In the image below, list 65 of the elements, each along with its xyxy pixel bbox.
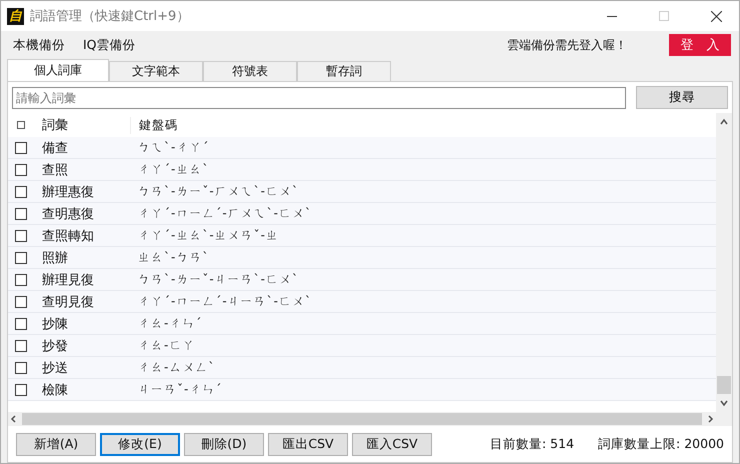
table-cell-text: 備查: [41, 140, 69, 156]
table-cell-text: ㄔㄚˊ-ㄓㄠˋ-ㄓㄨㄢˇ-ㄓ: [137, 227, 280, 244]
table-cell-text: 抄陳: [41, 316, 69, 332]
action-button[interactable]: 修改(E): [100, 432, 180, 456]
table-cell-text: 查照轉知: [41, 228, 95, 244]
table-cell-text: ㄅㄟˋ-ㄔㄚˊ: [137, 139, 210, 156]
status-text: 目前數量: 514: [490, 436, 574, 452]
row-checkbox[interactable]: [15, 340, 27, 352]
tab[interactable]: 暫存詞: [297, 61, 391, 81]
table-cell-text: 查明見復: [41, 294, 95, 310]
row-checkbox[interactable]: [15, 230, 27, 242]
action-button[interactable]: 匯入CSV: [352, 432, 432, 456]
table-cell-text: ㄓㄠˋ-ㄅㄢˋ: [137, 249, 210, 266]
action-button[interactable]: 新增(A): [16, 432, 96, 456]
row-checkbox[interactable]: [15, 384, 27, 396]
horizontal-scrollbar[interactable]: [8, 412, 732, 426]
table-cell-text: 照辦: [41, 250, 69, 266]
vertical-scrollbar[interactable]: [716, 113, 732, 412]
table-cell-text: 查明惠復: [41, 206, 95, 222]
select-all-checkbox[interactable]: [17, 121, 25, 129]
table-cell-text: 抄發: [41, 338, 69, 354]
table-cell-text: 辦理見復: [41, 272, 95, 288]
table-cell-text: ㄅㄢˋ-ㄌㄧˇ-ㄐㄧㄢˋ-ㄈㄨˋ: [137, 271, 300, 288]
tab[interactable]: 符號表: [203, 61, 297, 81]
table-cell-text: ㄔㄠ-ㄈㄚ: [137, 337, 196, 354]
table-cell-text: 辦理惠復: [41, 184, 95, 200]
table-cell-text: ㄔㄠ-ㄙㄨㄥˋ: [137, 359, 216, 376]
row-checkbox[interactable]: [15, 164, 27, 176]
menu-item[interactable]: 本機備份: [13, 36, 65, 54]
column-header[interactable]: 詞彙: [34, 116, 130, 134]
row-checkbox[interactable]: [15, 208, 27, 220]
scroll-thumb[interactable]: [717, 376, 731, 394]
tab[interactable]: 文字範本: [109, 61, 203, 81]
table-cell-text: ㄅㄢˋ-ㄌㄧˇ-ㄏㄨㄟˋ-ㄈㄨˋ: [137, 183, 300, 200]
maximize-icon: [659, 11, 669, 21]
action-button[interactable]: 匯出CSV: [268, 432, 348, 456]
row-checkbox[interactable]: [15, 362, 27, 374]
login-notice: 雲端備份需先登入喔！: [507, 36, 627, 54]
table-cell-text: ㄐㄧㄢˇ-ㄔㄣˊ: [137, 381, 224, 398]
close-icon[interactable]: [710, 10, 722, 22]
scroll-thumb[interactable]: [22, 413, 702, 425]
row-checkbox[interactable]: [15, 318, 27, 330]
row-checkbox[interactable]: [15, 186, 27, 198]
scroll-up-icon[interactable]: [719, 117, 729, 127]
table-cell-text: 抄送: [41, 360, 69, 376]
app-icon: 自: [7, 8, 24, 24]
row-checkbox[interactable]: [15, 296, 27, 308]
window-title: 詞語管理（快速鍵Ctrl+9）: [30, 8, 190, 25]
scroll-down-icon[interactable]: [719, 398, 729, 408]
table-cell-text: ㄔㄚˊ-ㄇㄧㄥˊ-ㄐㄧㄢˋ-ㄈㄨˋ: [137, 293, 313, 310]
menu-item[interactable]: IQ雲備份: [83, 36, 136, 54]
row-checkbox[interactable]: [15, 142, 27, 154]
login-button[interactable]: 登 入: [669, 34, 731, 56]
search-button[interactable]: 搜尋: [636, 86, 728, 109]
table-cell-text: ㄔㄠ-ㄔㄣˊ: [137, 315, 204, 332]
action-button[interactable]: 刪除(D): [184, 432, 264, 456]
table-cell-text: ㄔㄚˊ-ㄓㄠˋ: [137, 161, 210, 178]
table-cell-text: 查照: [41, 162, 69, 178]
table-cell-text: ㄔㄚˊ-ㄇㄧㄥˊ-ㄏㄨㄟˋ-ㄈㄨˋ: [137, 205, 313, 222]
table-cell-text: 檢陳: [41, 382, 69, 398]
search-field[interactable]: 請輸入詞彙: [12, 86, 626, 108]
status-text: 詞庫數量上限: 20000: [598, 436, 724, 452]
row-checkbox[interactable]: [15, 252, 27, 264]
row-checkbox[interactable]: [15, 274, 27, 286]
tab[interactable]: 個人詞庫: [7, 59, 109, 81]
